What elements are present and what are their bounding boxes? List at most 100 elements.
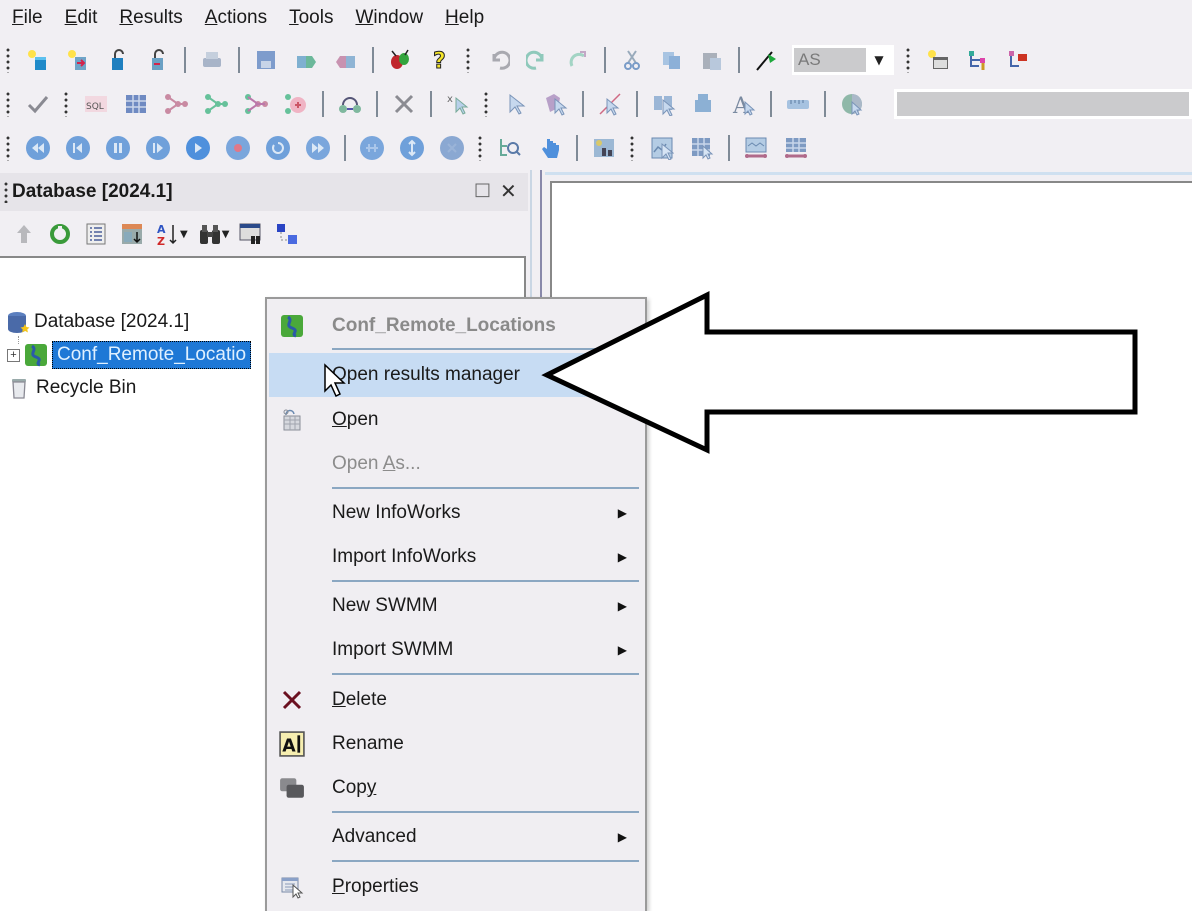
play-icon[interactable] <box>186 136 210 160</box>
open-database-icon[interactable] <box>106 48 130 72</box>
graph-table-icon[interactable] <box>592 136 616 160</box>
menu-item-new-swmm[interactable]: New SWMM ▶ <box>269 584 643 628</box>
new-window-icon[interactable] <box>926 48 950 72</box>
select-pointer-icon[interactable] <box>504 92 528 116</box>
trace-region-icon[interactable] <box>284 92 308 116</box>
new-database-import-icon[interactable] <box>66 48 90 72</box>
menu-item-new-infoworks[interactable]: New InfoWorks ▶ <box>269 491 643 535</box>
redo-icon[interactable] <box>526 48 550 72</box>
clear-selection-icon[interactable] <box>392 92 416 116</box>
menu-item-advanced[interactable]: Advanced ▶ <box>269 815 643 859</box>
connect-icon[interactable] <box>338 92 362 116</box>
pause-icon[interactable] <box>106 136 130 160</box>
profile-graph-icon[interactable] <box>744 136 768 160</box>
link-upstream-icon[interactable] <box>204 92 228 116</box>
expand-icon[interactable]: + <box>7 348 20 362</box>
refresh-icon[interactable] <box>48 222 72 246</box>
tree-item-recycle-bin[interactable]: Recycle Bin <box>8 374 136 402</box>
panel-restore-button[interactable]: □ <box>474 179 491 200</box>
toolbar-grip[interactable] <box>6 47 10 73</box>
import-icon[interactable] <box>334 48 358 72</box>
menu-item-rename[interactable]: A Rename <box>269 722 643 766</box>
panel-grip[interactable] <box>4 181 8 203</box>
rewind-icon[interactable] <box>26 136 50 160</box>
select-columns-icon[interactable] <box>652 92 676 116</box>
sort-table-icon[interactable] <box>120 222 144 246</box>
export-icon[interactable] <box>294 48 318 72</box>
toolbar-grip[interactable] <box>6 91 10 117</box>
new-database-icon[interactable] <box>26 48 50 72</box>
grid-select-icon[interactable] <box>690 136 714 160</box>
redo-all-icon[interactable] <box>566 48 590 72</box>
up-arrow-icon[interactable] <box>12 222 36 246</box>
fast-forward-icon[interactable] <box>306 136 330 160</box>
select-text-icon[interactable]: A <box>732 92 756 116</box>
chevron-down-icon[interactable]: ▼ <box>866 53 892 67</box>
menu-results[interactable]: Results <box>113 7 188 29</box>
grid-table-icon[interactable] <box>124 92 148 116</box>
menu-item-copy[interactable]: Copy <box>269 766 643 810</box>
polygon-select-icon[interactable] <box>544 92 568 116</box>
list-view-icon[interactable] <box>84 222 108 246</box>
menu-window[interactable]: Window <box>349 7 429 29</box>
graph-select-icon[interactable] <box>650 136 674 160</box>
step-back-icon[interactable] <box>66 136 90 160</box>
profile-grid-icon[interactable] <box>784 136 808 160</box>
menu-item-import-swmm[interactable]: Import SWMM ▶ <box>269 628 643 672</box>
tree-root-database[interactable]: Database [2024.1] <box>6 308 189 336</box>
paste-icon[interactable] <box>700 48 724 72</box>
pan-hand-icon[interactable] <box>538 136 562 160</box>
scenario-combo[interactable]: AS ▼ <box>792 45 894 75</box>
step-forward-icon[interactable] <box>146 136 170 160</box>
menu-item-properties[interactable]: Properties <box>269 865 643 909</box>
panel-close-button[interactable]: ✕ <box>500 179 517 203</box>
stop-icon[interactable] <box>440 136 464 160</box>
toolbar-grip[interactable] <box>630 135 634 161</box>
menu-help[interactable]: Help <box>439 7 490 29</box>
menu-item-open[interactable]: Open <box>269 398 643 442</box>
menu-file[interactable]: File <box>6 7 49 29</box>
sort-az-icon[interactable]: AZ <box>156 222 180 246</box>
save-icon[interactable] <box>254 48 278 72</box>
hierarchy-icon[interactable] <box>275 222 299 246</box>
debug-bugs-icon[interactable] <box>388 48 412 72</box>
tree-item-conf-remote-locations[interactable]: + Conf_Remote_Locatio <box>7 341 252 369</box>
link-downstream-icon[interactable] <box>244 92 268 116</box>
toolbar-grip[interactable] <box>64 91 68 117</box>
tree-item-label[interactable]: Conf_Remote_Locatio <box>52 341 252 369</box>
menu-tools[interactable]: Tools <box>283 7 339 29</box>
toolbar-grip[interactable] <box>466 47 470 73</box>
network-tree-icon[interactable] <box>966 48 990 72</box>
menu-actions[interactable]: Actions <box>199 7 273 29</box>
select-stack-icon[interactable] <box>692 92 716 116</box>
find-in-window-icon[interactable] <box>239 222 263 246</box>
toolbar-grip[interactable] <box>906 47 910 73</box>
split-link-icon[interactable] <box>598 92 622 116</box>
menu-edit[interactable]: Edit <box>59 7 104 29</box>
print-icon[interactable] <box>200 48 224 72</box>
search-input[interactable] <box>894 89 1192 119</box>
flag-icon[interactable] <box>754 48 778 72</box>
theme-select-icon[interactable] <box>840 92 864 116</box>
sql-icon[interactable]: SQL <box>84 92 108 116</box>
refresh-icon[interactable] <box>266 136 290 160</box>
find-in-tree-icon[interactable] <box>498 136 522 160</box>
vertical-fit-icon[interactable] <box>400 136 424 160</box>
toolbar-grip[interactable] <box>484 91 488 117</box>
ruler-icon[interactable] <box>786 92 810 116</box>
record-icon[interactable] <box>226 136 250 160</box>
deselect-pointer-icon[interactable]: x <box>446 92 470 116</box>
network-flag-icon[interactable] <box>1006 48 1030 72</box>
scenario-combo-value[interactable]: AS <box>794 48 866 72</box>
copy-icon[interactable] <box>660 48 684 72</box>
open-database-import-icon[interactable] <box>146 48 170 72</box>
help-icon[interactable]: ? <box>428 48 452 73</box>
find-binoculars-icon[interactable] <box>198 222 222 246</box>
cut-icon[interactable] <box>620 48 644 72</box>
sort-dropdown-icon[interactable]: ▼ <box>180 229 188 240</box>
undo-icon[interactable] <box>486 48 510 72</box>
validate-check-icon[interactable] <box>26 92 50 116</box>
link-select-icon[interactable] <box>164 92 188 116</box>
toolbar-grip[interactable] <box>478 135 482 161</box>
menu-item-import-infoworks[interactable]: Import InfoWorks ▶ <box>269 535 643 579</box>
